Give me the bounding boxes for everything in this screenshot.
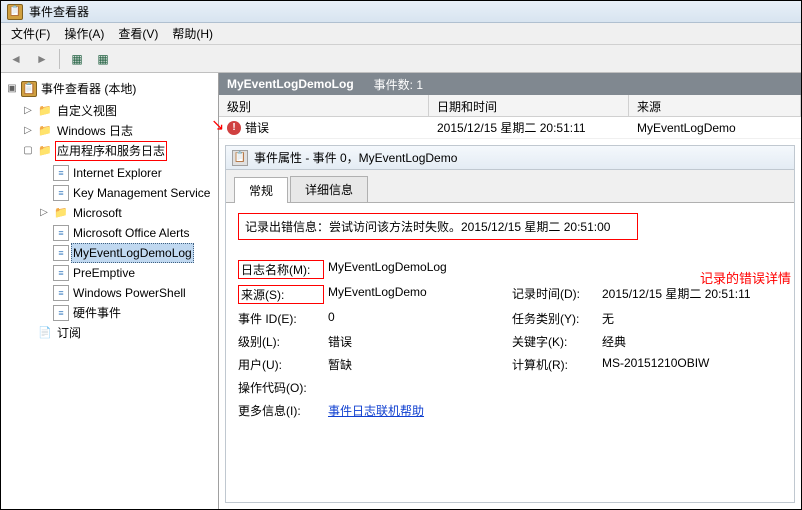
log-icon: ≡ <box>53 305 69 321</box>
properties-header: 📋 事件属性 - 事件 0，MyEventLogDemo <box>226 146 794 170</box>
tree-microsoft[interactable]: Microsoft <box>71 203 124 223</box>
grid-header: 级别 日期和时间 来源 <box>219 95 801 117</box>
properties-icon: 📋 <box>232 150 248 166</box>
properties-panel: 📋 事件属性 - 事件 0，MyEventLogDemo 常规 详细信息 记录出… <box>225 145 795 503</box>
value-logname: MyEventLogDemoLog <box>328 260 508 279</box>
log-icon: ≡ <box>53 225 69 241</box>
folder-icon: 📁 <box>37 123 53 139</box>
panel-header: MyEventLogDemoLog 事件数: 1 <box>219 73 801 95</box>
tree-ie[interactable]: Internet Explorer <box>71 163 164 183</box>
panel-title: MyEventLogDemoLog <box>227 77 354 91</box>
log-icon: ≡ <box>53 165 69 181</box>
expand-icon[interactable]: ▷ <box>21 124 35 138</box>
label-logname: 日志名称(M): <box>238 260 324 279</box>
label-moreinfo: 更多信息(I): <box>238 402 324 419</box>
annotation-text: 记录的错误详情 <box>700 268 791 287</box>
expand-icon[interactable]: ▷ <box>37 206 51 220</box>
annotation-arrow: ↘ <box>211 115 224 135</box>
tree-preemptive[interactable]: PreEmptive <box>71 263 137 283</box>
label-eventid: 事件 ID(E): <box>238 310 324 327</box>
label-logged: 记录时间(D): <box>512 285 598 304</box>
tree-hardware[interactable]: 硬件事件 <box>71 303 123 323</box>
menu-action[interactable]: 操作(A) <box>58 23 110 44</box>
folder-icon: 📁 <box>37 103 53 119</box>
value-level: 错误 <box>328 333 508 350</box>
menu-help[interactable]: 帮助(H) <box>166 23 219 44</box>
subscriptions-icon: 📄 <box>37 325 53 341</box>
title-bar: 📋 事件查看器 <box>1 1 801 23</box>
tree-kms[interactable]: Key Management Service <box>71 183 212 203</box>
cell-level: 错误 <box>245 119 269 136</box>
value-eventid: 0 <box>328 310 508 327</box>
tree-moa[interactable]: Microsoft Office Alerts <box>71 223 191 243</box>
tab-bar: 常规 详细信息 <box>226 170 794 203</box>
cell-datetime: 2015/12/15 星期二 20:51:11 <box>429 117 629 138</box>
refresh-button[interactable]: ▦ <box>92 48 114 70</box>
tab-content: 记录出错信息：尝试访问该方法时失败。2015/12/15 星期二 20:51:0… <box>226 203 794 502</box>
log-icon: ≡ <box>53 285 69 301</box>
value-computer: MS-20151210OBIW <box>602 356 782 373</box>
event-count: 事件数: 1 <box>374 76 423 93</box>
value-taskcat: 无 <box>602 310 782 327</box>
menu-bar: 文件(F) 操作(A) 查看(V) 帮助(H) <box>1 23 801 45</box>
action-pane-button[interactable]: ▦ <box>66 48 88 70</box>
right-panel: ↘ MyEventLogDemoLog 事件数: 1 级别 日期和时间 来源 !… <box>219 73 801 509</box>
message-box: 记录出错信息：尝试访问该方法时失败。2015/12/15 星期二 20:51:0… <box>238 213 638 240</box>
cell-source: MyEventLogDemo <box>629 119 801 137</box>
tree-wps[interactable]: Windows PowerShell <box>71 283 188 303</box>
expand-icon[interactable]: ▷ <box>21 104 35 118</box>
tree-demo-log[interactable]: MyEventLogDemoLog <box>71 243 194 263</box>
menu-file[interactable]: 文件(F) <box>5 23 56 44</box>
col-level[interactable]: 级别 <box>219 95 429 116</box>
properties-title: 事件属性 - 事件 0，MyEventLogDemo <box>254 149 457 166</box>
tree-windows-logs[interactable]: Windows 日志 <box>55 121 135 141</box>
collapse-icon[interactable]: ▣ <box>5 82 19 96</box>
value-keywords: 经典 <box>602 333 782 350</box>
app-icon: 📋 <box>7 4 23 20</box>
label-source: 来源(S): <box>238 285 324 304</box>
collapse-icon[interactable]: ▢ <box>21 144 35 158</box>
label-user: 用户(U): <box>238 356 324 373</box>
window-title: 事件查看器 <box>29 3 89 20</box>
separator <box>59 49 60 69</box>
forward-button[interactable]: ► <box>31 48 53 70</box>
tree-subscriptions[interactable]: 订阅 <box>55 323 83 343</box>
event-viewer-icon: 📋 <box>21 81 37 97</box>
menu-view[interactable]: 查看(V) <box>112 23 164 44</box>
col-datetime[interactable]: 日期和时间 <box>429 95 629 116</box>
col-source[interactable]: 来源 <box>629 95 801 116</box>
help-link[interactable]: 事件日志联机帮助 <box>328 404 424 418</box>
value-source: MyEventLogDemo <box>328 285 508 304</box>
value-logged: 2015/12/15 星期二 20:51:11 <box>602 285 782 304</box>
back-button[interactable]: ◄ <box>5 48 27 70</box>
tab-general[interactable]: 常规 <box>234 177 288 203</box>
tab-details[interactable]: 详细信息 <box>290 176 368 202</box>
folder-icon: 📁 <box>53 205 69 221</box>
error-icon: ! <box>227 121 241 135</box>
log-icon: ≡ <box>53 265 69 281</box>
value-user: 暂缺 <box>328 356 508 373</box>
label-computer: 计算机(R): <box>512 356 598 373</box>
folder-icon: 📁 <box>37 143 53 159</box>
label-taskcat: 任务类别(Y): <box>512 310 598 327</box>
label-level: 级别(L): <box>238 333 324 350</box>
label-keywords: 关键字(K): <box>512 333 598 350</box>
tree: ▣ 📋 事件查看器 (本地) ▷ 📁 自定义视图 ▷ 📁 Windows 日志 <box>3 79 216 343</box>
tree-root[interactable]: 事件查看器 (本地) <box>39 79 138 99</box>
tree-panel: ▣ 📋 事件查看器 (本地) ▷ 📁 自定义视图 ▷ 📁 Windows 日志 <box>1 73 219 509</box>
table-row[interactable]: ! 错误 2015/12/15 星期二 20:51:11 MyEventLogDe… <box>219 117 801 139</box>
toolbar: ◄ ► ▦ ▦ <box>1 45 801 73</box>
log-icon: ≡ <box>53 185 69 201</box>
log-icon: ≡ <box>53 245 69 261</box>
label-opcode: 操作代码(O): <box>238 379 324 396</box>
workspace: ▣ 📋 事件查看器 (本地) ▷ 📁 自定义视图 ▷ 📁 Windows 日志 <box>1 73 801 509</box>
tree-custom-views[interactable]: 自定义视图 <box>55 101 119 121</box>
tree-app-service-logs[interactable]: 应用程序和服务日志 <box>55 141 167 161</box>
